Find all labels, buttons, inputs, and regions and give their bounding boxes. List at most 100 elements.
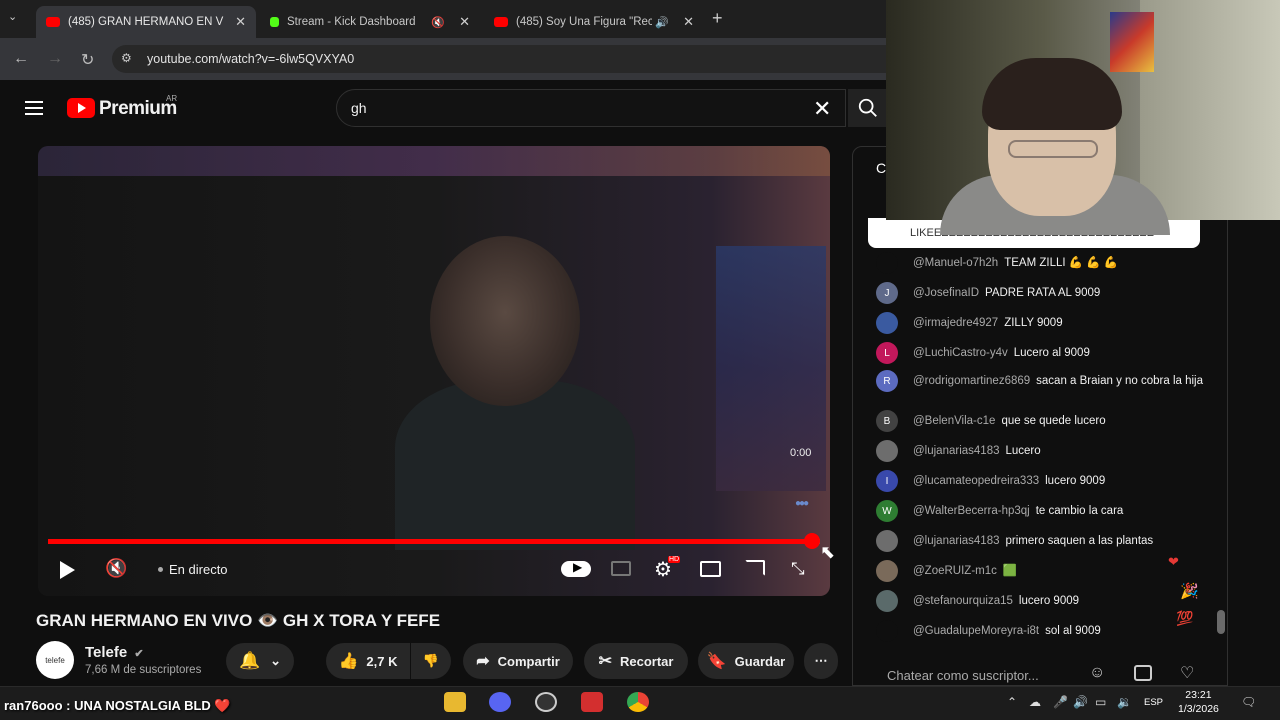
address-bar[interactable]: youtube.com/watch?v=-6lw5QVXYA0 <box>112 45 886 73</box>
chat-message[interactable]: J @JosefinaID PADRE RATA AL 9009 <box>876 282 1206 304</box>
speaker-icon[interactable]: 🔊 <box>1073 695 1088 709</box>
microphone-icon[interactable]: 🎤 <box>1053 695 1068 709</box>
close-tab-icon[interactable]: ✕ <box>235 14 246 30</box>
chat-author[interactable]: @JosefinaID <box>913 287 979 299</box>
chat-avatar[interactable] <box>876 560 898 582</box>
live-indicator[interactable]: En directo <box>158 562 228 577</box>
system-clock[interactable]: 23:21 1/3/2026 <box>1178 688 1219 716</box>
chat-message-body: @lujanarias4183 Lucero <box>913 444 1041 459</box>
chat-message[interactable]: @lujanarias4183 Lucero <box>876 440 1206 462</box>
chat-message[interactable]: I @lucamateopedreira333 lucero 9009 <box>876 470 1206 492</box>
subtitles-icon[interactable] <box>611 561 631 576</box>
chat-avatar[interactable]: W <box>876 500 898 522</box>
chat-message[interactable]: B @BelenVila-c1e que se quede lucero <box>876 410 1206 432</box>
chat-message[interactable]: @lujanarias4183 primero saquen a las plan… <box>876 530 1206 552</box>
discord-icon[interactable] <box>489 692 511 712</box>
close-tab-icon[interactable]: ✕ <box>683 14 694 30</box>
chat-avatar[interactable]: I <box>876 470 898 492</box>
chat-author[interactable]: @GuadalupeMoreyra-i8t <box>913 625 1039 637</box>
chat-avatar[interactable] <box>876 590 898 612</box>
chat-message[interactable]: L @LuchiCastro-y4v Lucero al 9009 <box>876 342 1206 364</box>
mute-button[interactable]: 🔇 <box>105 558 127 579</box>
channel-name[interactable]: Telefe ✔ <box>85 644 144 661</box>
theater-mode-icon[interactable] <box>700 561 721 577</box>
cast-icon[interactable] <box>745 560 765 576</box>
chat-message[interactable]: @GuadalupeMoreyra-i8t sol al 9009 <box>876 620 1206 642</box>
clip-button[interactable]: ✂ Recortar <box>584 643 688 679</box>
chat-message[interactable]: @Manuel-o7h2h TEAM ZILLI 💪 💪 💪 <box>876 252 1206 274</box>
chat-message[interactable]: @stefanourquiza15 lucero 9009 <box>876 590 1206 612</box>
search-input[interactable]: gh <box>336 89 846 127</box>
chat-avatar[interactable]: J <box>876 282 898 304</box>
save-button[interactable]: 🔖 Guardar <box>698 643 794 679</box>
chat-text: lucero 9009 <box>1045 475 1106 487</box>
new-tab-button[interactable]: + <box>712 8 723 29</box>
notifications-button[interactable]: 🔔 ⌄ <box>226 643 294 679</box>
dislike-button[interactable]: 👎 <box>411 643 451 679</box>
youtube-logo-icon[interactable] <box>67 98 95 118</box>
muted-icon[interactable]: 🔇 <box>431 16 445 29</box>
chat-author[interactable]: @BelenVila-c1e <box>913 415 995 427</box>
red-app-icon[interactable] <box>581 692 603 712</box>
tray-chevron-icon[interactable]: ⌃ <box>1007 695 1017 709</box>
chat-avatar[interactable] <box>876 620 898 642</box>
clear-search-icon[interactable]: ✕ <box>813 96 831 122</box>
tray-app-icon[interactable]: ☁ <box>1029 695 1041 709</box>
network-icon[interactable]: ▭ <box>1095 695 1106 709</box>
tab-title: (485) GRAN HERMANO EN VIVO <box>68 16 224 28</box>
obs-icon[interactable] <box>535 692 557 712</box>
chat-message[interactable]: @irmajedre4927 ZILLY 9009 <box>876 312 1206 334</box>
audio-playing-icon[interactable]: 🔊 <box>655 16 669 29</box>
chat-author[interactable]: @ZoeRUIZ-m1c <box>913 565 997 577</box>
chat-avatar[interactable]: R <box>876 370 898 392</box>
chat-author[interactable]: @LuchiCastro-y4v <box>913 347 1008 359</box>
telefe-logo: telefe <box>45 655 65 665</box>
super-chat-icon[interactable] <box>1134 665 1152 681</box>
chat-avatar[interactable] <box>876 530 898 552</box>
chat-author[interactable]: @lujanarias4183 <box>913 445 999 457</box>
heart-icon[interactable]: ♡ <box>1180 663 1194 683</box>
more-actions-button[interactable]: ⋯ <box>804 643 838 679</box>
chat-avatar[interactable]: L <box>876 342 898 364</box>
chat-avatar[interactable] <box>876 252 898 274</box>
reload-icon[interactable]: ↻ <box>81 50 94 70</box>
settings-button[interactable]: ⚙ HD <box>654 556 681 582</box>
tab-list-dropdown[interactable]: ⌄ <box>8 10 28 28</box>
volume-icon[interactable]: 🔉 <box>1117 695 1132 709</box>
notification-center-icon[interactable]: 🗨 <box>1241 695 1256 709</box>
file-explorer-icon[interactable] <box>444 692 466 712</box>
chat-author[interactable]: @Manuel-o7h2h <box>913 257 998 269</box>
channel-avatar[interactable]: telefe <box>36 641 74 679</box>
autoplay-toggle[interactable] <box>561 560 591 577</box>
chat-message[interactable]: R @rodrigomartinez6869 sacan a Braian y no… <box>876 370 1206 392</box>
chat-message-body: @JosefinaID PADRE RATA AL 9009 <box>913 286 1100 301</box>
chat-message[interactable]: @ZoeRUIZ-m1c 🟩 <box>876 560 1206 582</box>
browser-tab-kick[interactable]: Stream - Kick Dashboard 🔇 ✕ <box>260 6 480 38</box>
like-button[interactable]: 👍 2,7 K <box>326 643 410 679</box>
search-button[interactable] <box>848 89 888 127</box>
chat-author[interactable]: @rodrigomartinez6869 <box>913 375 1030 387</box>
share-button[interactable]: ➦ Compartir <box>463 643 573 679</box>
chat-author[interactable]: @stefanourquiza15 <box>913 595 1013 607</box>
chat-author[interactable]: @lucamateopedreira333 <box>913 475 1039 487</box>
chat-avatar[interactable]: B <box>876 410 898 432</box>
forward-icon[interactable]: → <box>47 50 63 68</box>
chat-author[interactable]: @lujanarias4183 <box>913 535 999 547</box>
language-indicator[interactable]: ESP <box>1144 697 1163 708</box>
chat-author[interactable]: @irmajedre4927 <box>913 317 998 329</box>
chat-message[interactable]: W @WalterBecerra-hp3qj te cambio la cara <box>876 500 1206 522</box>
fullscreen-icon[interactable]: ⤡ <box>791 559 805 579</box>
chrome-icon[interactable] <box>627 692 649 712</box>
chat-avatar[interactable] <box>876 312 898 334</box>
chat-avatar[interactable] <box>876 440 898 462</box>
youtube-favicon-icon <box>494 17 508 27</box>
close-tab-icon[interactable]: ✕ <box>459 14 470 30</box>
chat-scrollbar[interactable] <box>1217 610 1225 634</box>
site-info-icon[interactable]: ⚙ <box>121 51 132 65</box>
back-icon[interactable]: ← <box>13 50 29 68</box>
emoji-icon[interactable]: ☺ <box>1089 664 1105 682</box>
browser-tab-youtube[interactable]: (485) GRAN HERMANO EN VIVO ✕ <box>36 6 256 38</box>
play-button[interactable] <box>58 560 76 585</box>
browser-tab-youtube-2[interactable]: (485) Soy Una Figura "Rectá 🔊 ✕ <box>484 6 704 38</box>
chat-author[interactable]: @WalterBecerra-hp3qj <box>913 505 1030 517</box>
